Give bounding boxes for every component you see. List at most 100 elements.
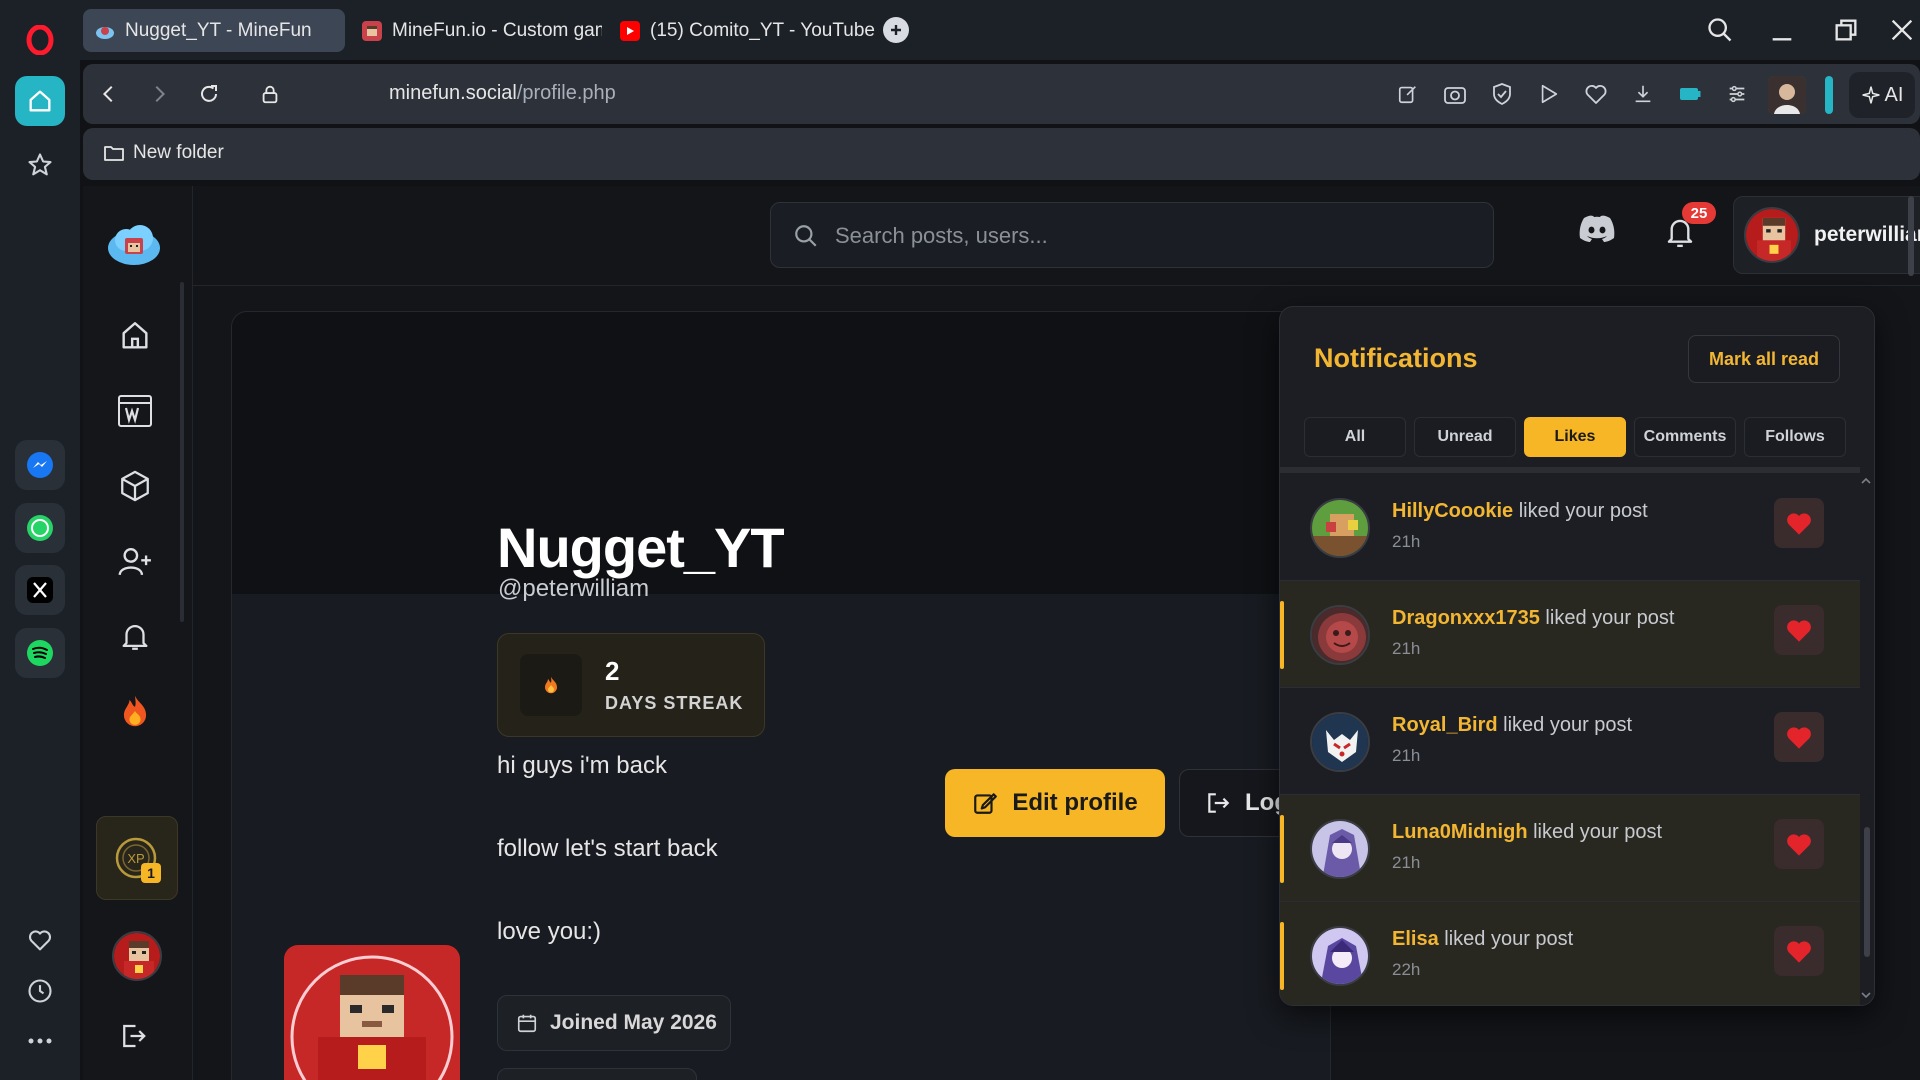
favorite-heart-icon[interactable] xyxy=(1580,78,1612,110)
tab-label: MineFun.io - Custom gam xyxy=(392,19,602,41)
nav-wiki-icon[interactable] xyxy=(113,389,157,433)
folder-icon xyxy=(104,146,124,161)
notification-user[interactable]: HillyCoookie xyxy=(1392,500,1513,522)
ai-label: AI xyxy=(1884,83,1904,106)
tab-likes[interactable]: Likes xyxy=(1524,417,1626,457)
notification-item[interactable]: Luna0Midnigh liked your post 21h xyxy=(1280,795,1860,902)
notifications-scrollbar[interactable] xyxy=(1864,827,1870,957)
home-icon[interactable] xyxy=(15,76,65,126)
star-icon[interactable] xyxy=(15,140,65,190)
tab-minefun-custom[interactable]: MineFun.io - Custom gam xyxy=(350,9,602,52)
tab-youtube[interactable]: (15) Comito_YT - YouTube xyxy=(608,9,880,52)
easy-setup-icon[interactable] xyxy=(1721,78,1753,110)
new-tab-plus-icon[interactable] xyxy=(883,17,909,43)
history-clock-icon[interactable] xyxy=(15,966,65,1016)
bookmark-folder-label: New folder xyxy=(133,142,224,163)
like-heart-icon xyxy=(1774,605,1824,655)
tab-follows[interactable]: Follows xyxy=(1744,417,1846,457)
avatar xyxy=(1310,712,1370,772)
tab-unread[interactable]: Unread xyxy=(1414,417,1516,457)
notification-action: liked your post xyxy=(1497,714,1633,736)
edit-profile-label: Edit profile xyxy=(1012,789,1138,816)
spotify-icon[interactable] xyxy=(15,628,65,678)
notification-time: 22h xyxy=(1392,960,1421,979)
url-field[interactable]: minefun.social/profile.php xyxy=(389,82,616,105)
xp-level-button[interactable]: XP 1 xyxy=(96,816,178,900)
minimize-icon[interactable] xyxy=(1768,16,1796,44)
sidebar-avatar[interactable] xyxy=(112,931,162,981)
bio-line: hi guys i'm back xyxy=(497,752,667,779)
notification-item[interactable]: Elisa liked your post 22h xyxy=(1280,902,1860,1005)
profile-name: Nugget_YT xyxy=(497,516,785,579)
battery-saver-icon[interactable] xyxy=(1674,78,1706,110)
nav-bell-icon[interactable] xyxy=(113,614,157,658)
bookmark-folder[interactable]: New folder xyxy=(103,142,224,164)
avatar xyxy=(1310,819,1370,879)
notification-user[interactable]: Royal_Bird xyxy=(1392,714,1498,736)
notification-filter-tabs: All Unread Likes Comments Follows xyxy=(1304,417,1848,457)
messenger-icon[interactable] xyxy=(15,440,65,490)
streak-flame-icon xyxy=(520,654,582,716)
notification-action: liked your post xyxy=(1539,607,1675,629)
more-dots-icon[interactable] xyxy=(15,1016,65,1066)
site-sidebar: XP 1 xyxy=(83,186,193,1080)
back-arrow-icon[interactable] xyxy=(93,78,125,110)
camera-icon[interactable] xyxy=(1439,78,1471,110)
mark-all-read-button[interactable]: Mark all read xyxy=(1688,335,1840,383)
notification-user[interactable]: Elisa xyxy=(1392,928,1439,950)
bio-line: love you:) xyxy=(497,918,602,945)
notification-text: Luna0Midnigh liked your post xyxy=(1392,821,1662,844)
like-heart-icon xyxy=(1774,712,1824,762)
notification-action: liked your post xyxy=(1513,500,1648,522)
heart-icon[interactable] xyxy=(15,915,65,965)
restore-window-icon[interactable] xyxy=(1832,16,1860,44)
tab-search-icon[interactable] xyxy=(1706,16,1734,44)
notification-item[interactable]: Royal_Bird liked your post 21h xyxy=(1280,688,1860,795)
notification-item[interactable]: HillyCoookie liked your post 21h xyxy=(1280,474,1860,581)
tab-nugget-minefun[interactable]: Nugget_YT - MineFun xyxy=(83,9,345,52)
nav-fire-icon[interactable] xyxy=(113,689,157,733)
xp-level-badge: 1 xyxy=(141,863,161,883)
download-icon[interactable] xyxy=(1627,78,1659,110)
nav-add-friend-icon[interactable] xyxy=(113,539,157,583)
minefun-cloud-icon xyxy=(95,21,115,41)
tab-all[interactable]: All xyxy=(1304,417,1406,457)
notification-user[interactable]: Dragonxxx1735 xyxy=(1392,607,1540,629)
sidebar-scroll-up-icon[interactable] xyxy=(149,258,157,266)
close-window-icon[interactable] xyxy=(1888,16,1916,44)
sidebar-scrollbar[interactable] xyxy=(180,282,184,622)
notification-action: liked your post xyxy=(1438,928,1574,950)
shield-icon[interactable] xyxy=(1486,78,1518,110)
whatsapp-icon[interactable] xyxy=(15,503,65,553)
tab-comments[interactable]: Comments xyxy=(1634,417,1736,457)
forward-arrow-icon[interactable] xyxy=(143,78,175,110)
scroll-up-chevron-icon[interactable] xyxy=(1860,477,1872,485)
discord-icon[interactable] xyxy=(1578,214,1616,244)
nav-cube-icon[interactable] xyxy=(113,464,157,508)
like-heart-icon xyxy=(1774,926,1824,976)
send-play-icon[interactable] xyxy=(1533,78,1565,110)
page-scrollbar[interactable] xyxy=(1908,196,1914,276)
streak-value: 2 xyxy=(605,656,620,686)
streak-label: DAYS STREAK xyxy=(605,693,744,713)
search-box[interactable] xyxy=(770,202,1494,268)
opera-logo-icon[interactable] xyxy=(15,15,65,65)
lock-icon xyxy=(254,78,286,110)
search-input[interactable] xyxy=(835,217,1455,255)
scroll-down-chevron-icon[interactable] xyxy=(1860,991,1872,999)
sidebar-logout-icon[interactable] xyxy=(111,1014,155,1058)
notification-item[interactable]: Dragonxxx1735 liked your post 21h xyxy=(1280,581,1860,688)
page-viewport: XP 1 25 peterwilliam xyxy=(83,186,1920,1080)
x-twitter-icon[interactable] xyxy=(15,565,65,615)
edit-profile-button[interactable]: Edit profile xyxy=(945,769,1165,837)
nav-home-icon[interactable] xyxy=(113,314,157,358)
notification-time: 21h xyxy=(1392,746,1421,765)
reload-icon[interactable] xyxy=(193,78,225,110)
aria-ai-button[interactable]: AI xyxy=(1849,72,1915,118)
notification-user[interactable]: Luna0Midnigh xyxy=(1392,821,1528,843)
profile-extra-pill xyxy=(497,1068,697,1080)
user-menu[interactable]: peterwilliam xyxy=(1733,196,1920,274)
profile-avatar-icon[interactable] xyxy=(1768,76,1806,114)
avatar xyxy=(1310,605,1370,665)
edit-page-icon[interactable] xyxy=(1392,78,1424,110)
